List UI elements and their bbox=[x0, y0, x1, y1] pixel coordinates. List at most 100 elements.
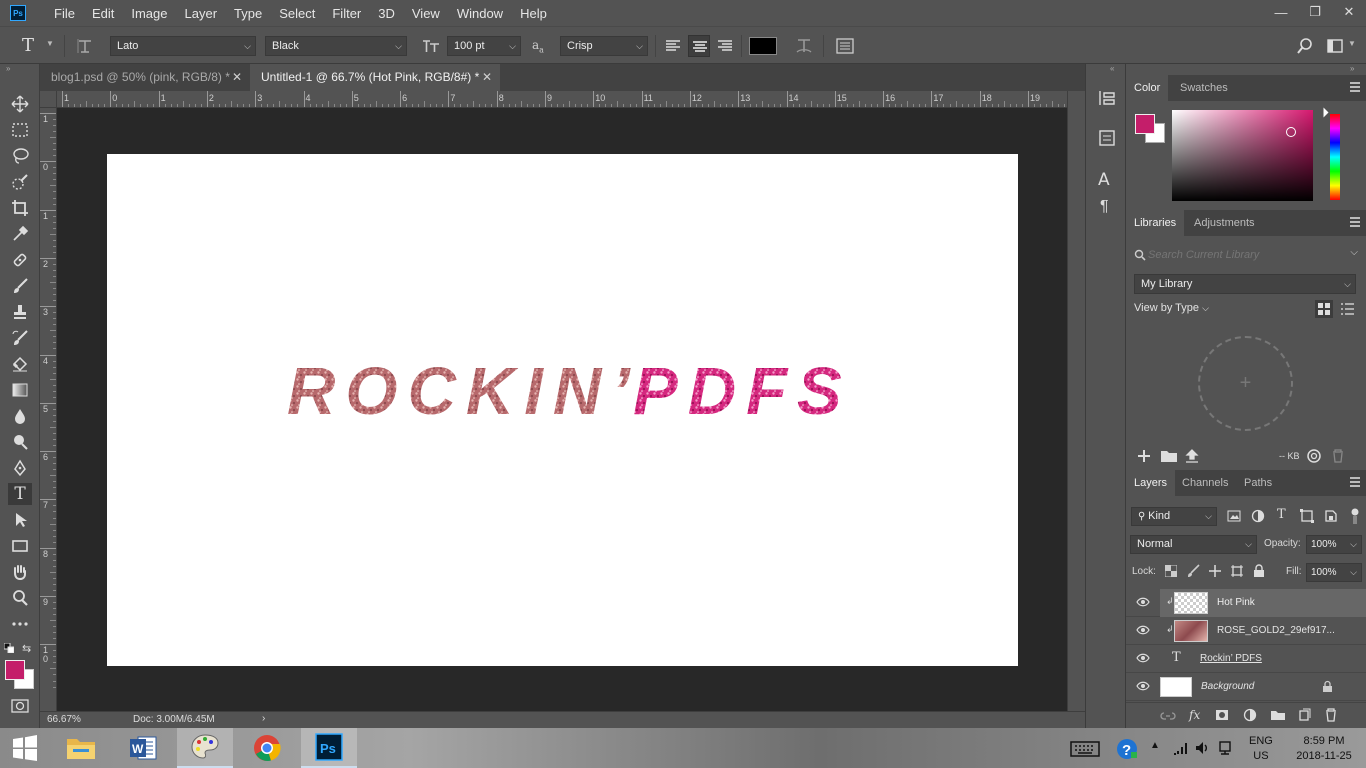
menu-image[interactable]: Image bbox=[131, 6, 167, 21]
tab-channels[interactable]: Channels bbox=[1174, 470, 1236, 496]
marquee-tool-icon[interactable] bbox=[8, 119, 32, 141]
menu-layer[interactable]: Layer bbox=[185, 6, 218, 21]
zoom-level[interactable]: 66.67% bbox=[47, 714, 81, 725]
view-by-type-dropdown[interactable]: View by Type ⌵ bbox=[1134, 302, 1209, 314]
vertical-scrollbar[interactable] bbox=[1067, 91, 1085, 711]
tab-swatches[interactable]: Swatches bbox=[1172, 75, 1236, 101]
add-icon[interactable] bbox=[1136, 448, 1152, 464]
chevron-down-icon[interactable]: ▼ bbox=[1348, 39, 1356, 48]
creative-cloud-icon[interactable] bbox=[1306, 449, 1322, 463]
minimize-button[interactable]: — bbox=[1264, 0, 1298, 24]
warp-text-icon[interactable] bbox=[794, 36, 814, 56]
lock-position-icon[interactable] bbox=[1208, 564, 1222, 578]
lock-transparent-icon[interactable] bbox=[1164, 564, 1178, 578]
hand-tool-icon[interactable] bbox=[8, 561, 32, 583]
healing-brush-tool-icon[interactable] bbox=[8, 249, 32, 271]
type-tool-preset-icon[interactable]: T bbox=[22, 35, 44, 57]
text-orientation-icon[interactable] bbox=[76, 37, 94, 55]
pasteboard[interactable]: ROCKIN’ PDFS bbox=[57, 108, 1067, 711]
font-size-input[interactable]: 100 pt ⌵ bbox=[447, 36, 521, 56]
clock[interactable]: 8:59 PM 2018-11-25 bbox=[1296, 734, 1352, 764]
document-canvas[interactable]: ROCKIN’ PDFS bbox=[107, 154, 1018, 666]
language-indicator[interactable]: ENG US bbox=[1249, 734, 1273, 764]
panel-menu-icon[interactable] bbox=[1350, 217, 1360, 227]
tray-expand-icon[interactable]: ▲ bbox=[1150, 740, 1160, 751]
menu-select[interactable]: Select bbox=[279, 6, 315, 21]
panel-menu-icon[interactable] bbox=[1350, 82, 1360, 92]
menu-file[interactable]: File bbox=[54, 6, 75, 21]
adjustment-layer-icon[interactable] bbox=[1243, 708, 1257, 722]
layer-row-hot-pink[interactable]: ↲ Hot Pink bbox=[1126, 589, 1366, 617]
folder-icon[interactable] bbox=[1270, 709, 1286, 721]
hue-slider[interactable] bbox=[1330, 114, 1340, 200]
properties-panel-icon[interactable] bbox=[1097, 128, 1117, 148]
crop-tool-icon[interactable] bbox=[8, 197, 32, 219]
collapse-icon[interactable]: « bbox=[1110, 64, 1114, 73]
layer-row-rose-gold[interactable]: ↲ ROSE_GOLD2_29ef917... bbox=[1126, 617, 1366, 645]
gradient-tool-icon[interactable] bbox=[8, 379, 32, 401]
collapse-icon[interactable]: » bbox=[6, 64, 10, 73]
align-left-icon[interactable] bbox=[663, 37, 683, 55]
grid-view-icon[interactable] bbox=[1315, 300, 1333, 318]
chrome-app[interactable] bbox=[239, 728, 295, 768]
tab-libraries[interactable]: Libraries bbox=[1126, 210, 1185, 236]
type-tool-icon[interactable]: T bbox=[8, 483, 32, 505]
font-style-select[interactable]: Black ⌵ bbox=[265, 36, 407, 56]
close-icon[interactable]: ✕ bbox=[482, 64, 492, 91]
filter-type-icon[interactable]: T bbox=[1277, 507, 1286, 522]
library-select[interactable]: My Library ⌵ bbox=[1134, 274, 1356, 294]
eye-icon[interactable] bbox=[1136, 653, 1150, 663]
quick-selection-tool-icon[interactable] bbox=[8, 171, 32, 193]
layer-name[interactable]: Rockin’ PDFS bbox=[1200, 653, 1262, 664]
trash-icon[interactable] bbox=[1331, 449, 1345, 463]
tab-adjustments[interactable]: Adjustments bbox=[1186, 210, 1263, 236]
layer-row-text[interactable]: T Rockin’ PDFS bbox=[1126, 645, 1366, 673]
menu-window[interactable]: Window bbox=[457, 6, 503, 21]
upload-icon[interactable] bbox=[1184, 448, 1200, 464]
panel-menu-icon[interactable] bbox=[1350, 477, 1360, 487]
library-search-input[interactable] bbox=[1148, 246, 1338, 264]
tab-blog1[interactable]: blog1.psd @ 50% (pink, RGB/8) * ✕ bbox=[40, 64, 250, 91]
layer-name[interactable]: ROSE_GOLD2_29ef917... bbox=[1217, 625, 1335, 636]
color-picker-field[interactable] bbox=[1172, 110, 1313, 201]
filter-adjustment-icon[interactable] bbox=[1251, 509, 1265, 523]
lock-artboard-icon[interactable] bbox=[1230, 564, 1244, 578]
library-search[interactable]: ⌵ bbox=[1132, 245, 1360, 265]
move-tool-icon[interactable] bbox=[8, 93, 32, 115]
menu-view[interactable]: View bbox=[412, 6, 440, 21]
paint-app[interactable] bbox=[177, 728, 233, 768]
tab-untitled-1[interactable]: Untitled-1 @ 66.7% (Hot Pink, RGB/8#) * … bbox=[250, 64, 500, 91]
folder-icon[interactable] bbox=[1160, 449, 1178, 463]
text-color-swatch[interactable] bbox=[749, 37, 777, 55]
link-layers-icon[interactable] bbox=[1160, 710, 1176, 722]
add-mask-icon[interactable] bbox=[1215, 709, 1229, 721]
start-button[interactable] bbox=[0, 728, 50, 768]
tab-layers[interactable]: Layers bbox=[1126, 470, 1176, 496]
word-app[interactable]: W bbox=[115, 728, 171, 768]
eye-icon[interactable] bbox=[1136, 681, 1150, 691]
align-center-icon[interactable] bbox=[688, 35, 710, 57]
color-picker-cursor[interactable] bbox=[1286, 127, 1296, 137]
brush-tool-icon[interactable] bbox=[8, 275, 32, 297]
hue-slider-handle[interactable] bbox=[1323, 107, 1329, 118]
blend-mode-select[interactable]: Normal ⌵ bbox=[1130, 535, 1257, 554]
menu-help[interactable]: Help bbox=[520, 6, 547, 21]
file-explorer-app[interactable] bbox=[53, 728, 109, 768]
lock-image-icon[interactable] bbox=[1186, 564, 1200, 578]
new-layer-icon[interactable] bbox=[1297, 708, 1311, 722]
swap-colors-icon[interactable]: ⇆ bbox=[22, 642, 31, 655]
layer-name[interactable]: Hot Pink bbox=[1217, 597, 1255, 608]
layer-row-background[interactable]: Background bbox=[1126, 673, 1366, 701]
pen-tool-icon[interactable] bbox=[8, 457, 32, 479]
tab-color[interactable]: Color bbox=[1126, 75, 1169, 101]
filter-smart-object-icon[interactable] bbox=[1324, 509, 1338, 523]
antialias-select[interactable]: Crisp ⌵ bbox=[560, 36, 648, 56]
collapse-icon[interactable]: » bbox=[1350, 64, 1354, 73]
menu-type[interactable]: Type bbox=[234, 6, 262, 21]
volume-icon[interactable] bbox=[1194, 740, 1210, 756]
filter-shape-icon[interactable] bbox=[1300, 509, 1314, 523]
menu-filter[interactable]: Filter bbox=[332, 6, 361, 21]
filter-toggle-icon[interactable] bbox=[1350, 507, 1360, 525]
clone-stamp-tool-icon[interactable] bbox=[8, 301, 32, 323]
rectangle-tool-icon[interactable] bbox=[8, 535, 32, 557]
